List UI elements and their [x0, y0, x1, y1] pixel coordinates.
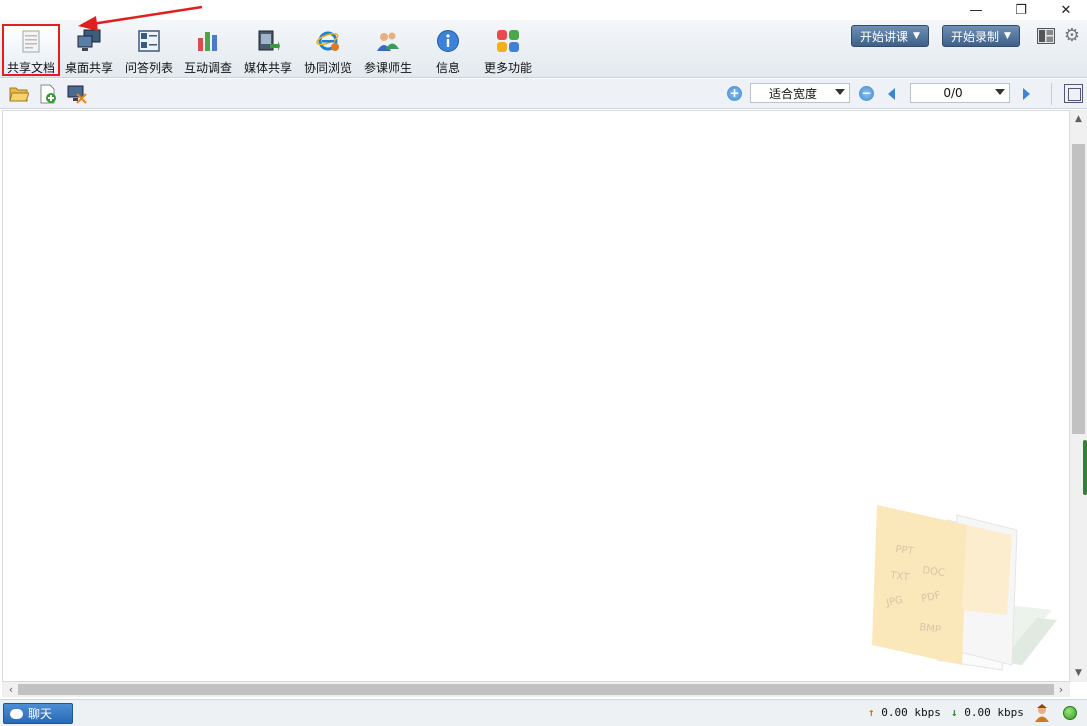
chat-button[interactable]: 聊天 [3, 703, 73, 724]
user-status-icon[interactable] [1033, 704, 1051, 722]
add-document-icon[interactable] [38, 84, 58, 104]
side-panel-handle[interactable] [1083, 440, 1087, 495]
upload-rate: ↑ 0.00 kbps [868, 706, 941, 719]
chevron-down-icon: ▼ [913, 31, 920, 41]
start-lecture-button[interactable]: 开始讲课 ▼ [851, 25, 929, 47]
next-page-icon[interactable] [1023, 88, 1030, 100]
toolbar-item-info[interactable]: 信息 [419, 24, 477, 76]
toolbar-item-label: 桌面共享 [64, 61, 113, 75]
start-record-button[interactable]: 开始录制 ▼ [942, 25, 1020, 47]
chat-bubble-icon [10, 708, 23, 719]
toolbar-item-label: 问答列表 [124, 61, 173, 75]
toolbar-item-label: 协同浏览 [303, 61, 352, 75]
fullscreen-icon[interactable] [1064, 84, 1083, 103]
more-features-icon [495, 28, 521, 54]
media-share-icon [255, 28, 281, 54]
toolbar-item-label: 信息 [435, 61, 460, 75]
toolbar-item-cobrowse[interactable]: 协同浏览 [299, 24, 357, 76]
toolbar-item-label: 互动调查 [183, 61, 232, 75]
download-arrow-icon: ↓ [951, 706, 958, 719]
upload-arrow-icon: ↑ [868, 706, 875, 719]
download-rate-value: 0.00 kbps [964, 706, 1024, 719]
app-window: — ❐ ✕ 共享文档 桌面共享 问答列表 互动调查 媒体共享 协同浏览 参课师生… [0, 0, 1087, 726]
scroll-down-icon[interactable]: ▼ [1070, 666, 1087, 680]
maximize-button[interactable]: ❐ [1001, 0, 1041, 20]
toolbar-item-media-share[interactable]: 媒体共享 [239, 24, 297, 76]
info-icon [435, 28, 461, 54]
chat-label: 聊天 [28, 707, 53, 721]
toolbar-item-label: 媒体共享 [243, 61, 292, 75]
chevron-down-icon [995, 89, 1005, 95]
page-indicator: 0/0 [943, 86, 963, 100]
chevron-down-icon [835, 89, 845, 95]
vertical-scrollbar[interactable]: ▲ ▼ [1070, 110, 1087, 682]
status-bar: 聊天 ↑ 0.00 kbps ↓ 0.00 kbps [0, 699, 1087, 726]
scrollbar-thumb[interactable] [1072, 144, 1085, 434]
document-toolbar: + 适合宽度 − 0/0 [0, 79, 1087, 109]
zoom-in-button[interactable]: + [727, 86, 742, 101]
scroll-left-icon[interactable]: ‹ [4, 682, 18, 697]
previous-page-icon[interactable] [888, 88, 895, 100]
horizontal-scrollbar[interactable]: ‹ › [2, 682, 1070, 697]
screen-capture-icon[interactable] [67, 84, 87, 104]
annotation-arrow-icon [78, 5, 203, 31]
zoom-out-button[interactable]: − [859, 86, 874, 101]
start-lecture-label: 开始讲课 [860, 29, 909, 44]
toolbar-item-label: 参课师生 [363, 61, 412, 75]
open-folder-icon[interactable] [9, 84, 30, 104]
toolbar-item-more[interactable]: 更多功能 [479, 24, 537, 76]
toolbar-item-label: 更多功能 [483, 61, 532, 75]
close-button[interactable]: ✕ [1046, 0, 1086, 20]
connection-status-icon [1063, 706, 1077, 720]
scroll-right-icon[interactable]: › [1054, 682, 1068, 697]
toolbar-item-shared-document[interactable]: 共享文档 [2, 24, 60, 76]
upload-rate-value: 0.00 kbps [881, 706, 941, 719]
zoom-mode-value: 适合宽度 [768, 86, 817, 101]
toolbar-item-label: 共享文档 [6, 61, 55, 75]
download-rate: ↓ 0.00 kbps [951, 706, 1024, 719]
minimize-button[interactable]: — [956, 0, 996, 20]
document-formats-watermark: PPT DOC TXT PDF JPG BMP [872, 505, 1057, 671]
scroll-up-icon[interactable]: ▲ [1070, 112, 1087, 126]
page-select[interactable]: 0/0 [910, 83, 1010, 103]
toolbar-divider [1051, 83, 1052, 105]
scrollbar-thumb[interactable] [18, 684, 1054, 695]
zoom-mode-select[interactable]: 适合宽度 [750, 83, 850, 103]
shared-document-icon [18, 30, 44, 54]
participants-icon [375, 28, 401, 54]
chevron-down-icon: ▼ [1004, 31, 1011, 41]
toolbar-item-participants[interactable]: 参课师生 [359, 24, 417, 76]
start-record-label: 开始录制 [951, 29, 1000, 44]
gear-icon[interactable]: ⚙ [1062, 26, 1082, 46]
cobrowse-ie-icon [315, 28, 341, 54]
layout-toggle-icon[interactable] [1037, 28, 1055, 44]
